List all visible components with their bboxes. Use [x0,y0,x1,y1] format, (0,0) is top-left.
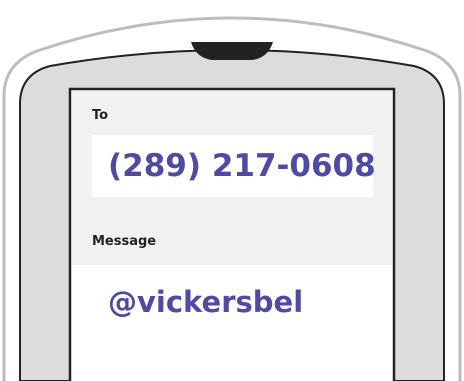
phone-mockup: To (289) 217-0608 Message @vickersbel [0,0,464,381]
recipient-panel: To (289) 217-0608 Message [72,91,392,265]
earpiece-speaker-icon [191,42,273,60]
message-compose-screen: To (289) 217-0608 Message @vickersbel [72,91,392,381]
recipient-phone-field[interactable]: (289) 217-0608 [92,135,376,197]
message-text: @vickersbel [108,285,304,319]
to-label: To [92,108,109,123]
message-body-field[interactable]: @vickersbel [72,265,392,381]
message-label: Message [92,234,157,249]
